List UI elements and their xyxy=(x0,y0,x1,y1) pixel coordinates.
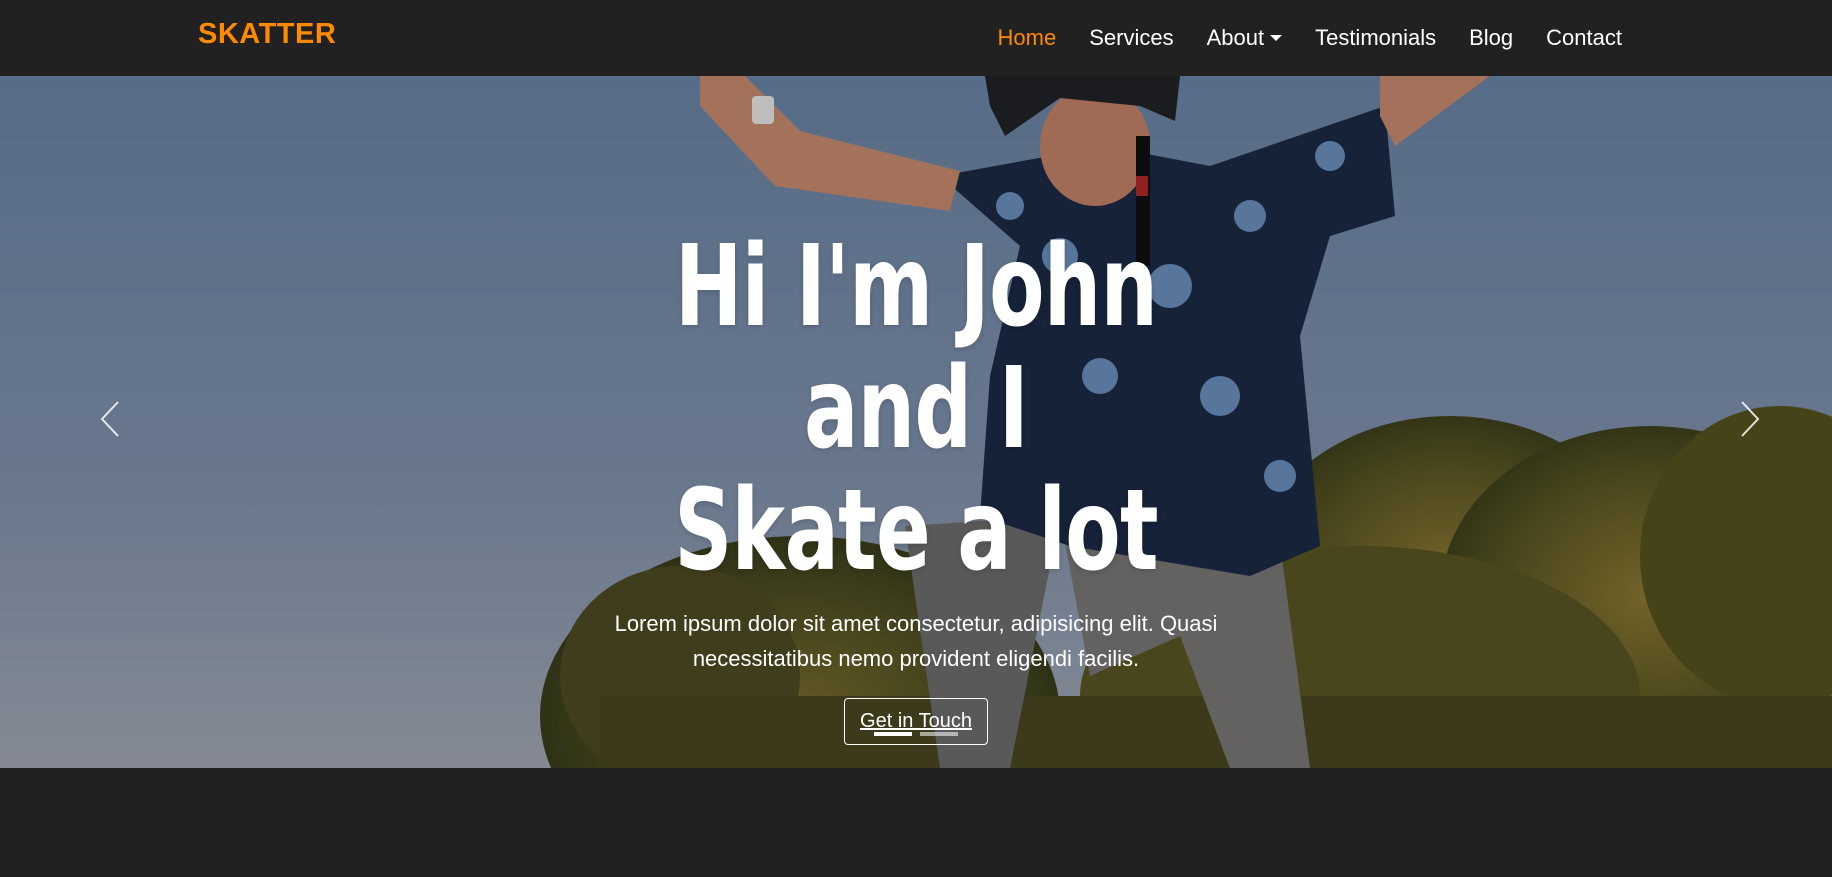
nav-menu: Home Services About Testimonials Blog Co… xyxy=(965,0,1622,76)
nav-item-blog: Blog xyxy=(1469,25,1513,51)
nav-link-home[interactable]: Home xyxy=(998,25,1057,51)
nav-item-about: About xyxy=(1207,25,1283,51)
nav-item-testimonials: Testimonials xyxy=(1315,25,1436,51)
carousel-indicators xyxy=(0,732,1832,736)
caret-down-icon xyxy=(1270,35,1283,41)
hero-subtitle: Lorem ipsum dolor sit amet consectetur, … xyxy=(614,611,1218,671)
nav-link-services[interactable]: Services xyxy=(1089,25,1173,51)
carousel-next-button[interactable] xyxy=(1730,394,1770,444)
chevron-left-icon xyxy=(100,401,119,437)
carousel-indicator-1[interactable] xyxy=(874,732,912,736)
get-in-touch-button[interactable]: Get in Touch xyxy=(844,698,988,745)
navbar: SKATTER Home Services About Testimonials… xyxy=(0,0,1832,76)
nav-item-contact: Contact xyxy=(1546,25,1622,51)
nav-link-contact[interactable]: Contact xyxy=(1546,25,1622,51)
hero-title-line-1: Hi I'm John and I xyxy=(674,222,1158,474)
nav-item-home: Home xyxy=(998,25,1057,51)
hero-carousel: Hi I'm John and I Skate a lot Lorem ipsu… xyxy=(0,76,1832,768)
carousel-prev-button[interactable] xyxy=(90,394,130,444)
nav-item-services: Services xyxy=(1089,25,1173,51)
brand-logo[interactable]: SKATTER xyxy=(198,18,336,51)
nav-link-blog[interactable]: Blog xyxy=(1469,25,1513,51)
hero-caption: Hi I'm John and I Skate a lot Lorem ipsu… xyxy=(0,226,1832,745)
nav-link-testimonials[interactable]: Testimonials xyxy=(1315,25,1436,51)
nav-link-about[interactable]: About xyxy=(1207,25,1283,51)
chevron-right-icon xyxy=(1741,401,1760,437)
page-section-dark xyxy=(0,768,1832,877)
carousel-indicator-2[interactable] xyxy=(920,732,958,736)
hero-title: Hi I'm John and I Skate a lot xyxy=(642,226,1189,592)
nav-link-about-label: About xyxy=(1206,25,1265,50)
hero-title-line-2: Skate a lot xyxy=(674,466,1158,596)
